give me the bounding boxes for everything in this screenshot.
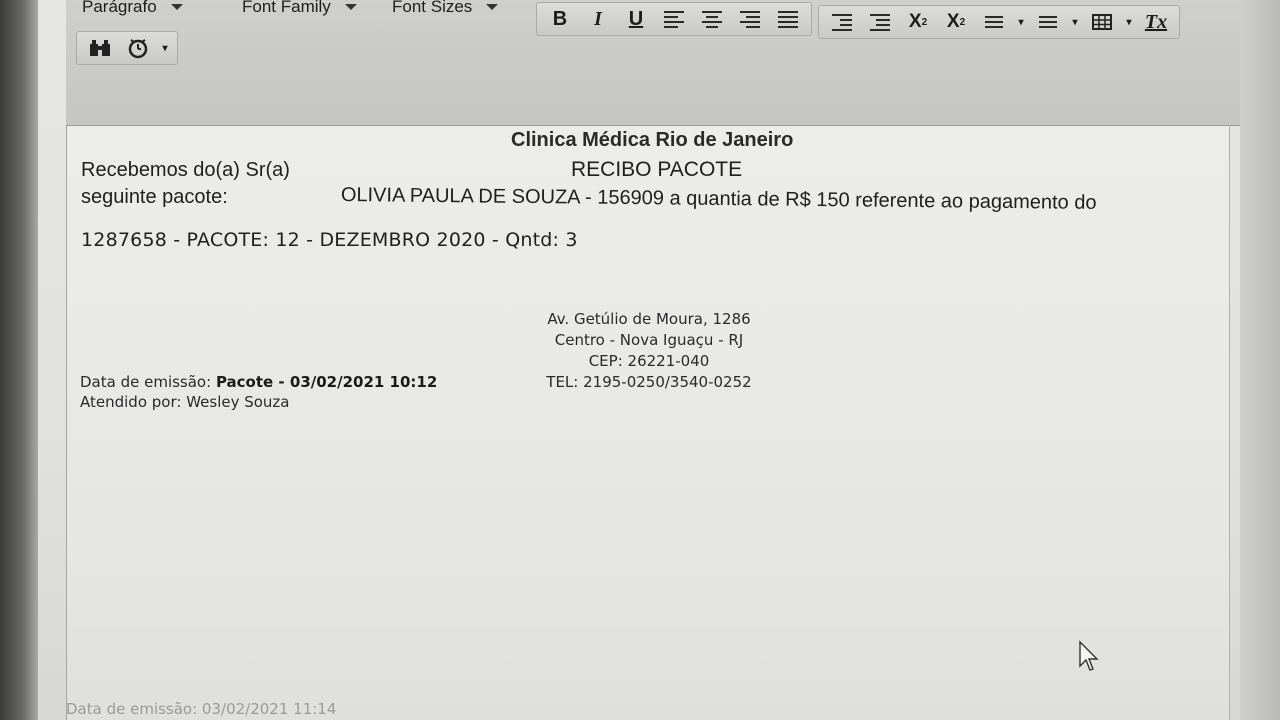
emission-info: Data de emissão: Pacote - 03/02/2021 10:…	[80, 372, 437, 412]
align-left-button[interactable]	[655, 4, 693, 34]
chevron-down-icon	[170, 4, 183, 10]
table-button[interactable]	[1083, 7, 1121, 37]
receipt-line-2: seguinte pacote:	[81, 186, 228, 208]
subscript-button[interactable]: X2	[899, 7, 937, 37]
list-group: X2 X2 ▾ ▾ ▾ Tx	[818, 5, 1180, 39]
paragraph-dropdown[interactable]: Parágrafo	[76, 0, 236, 22]
editor-content[interactable]: Clinica Médica Rio de Janeiro RECIBO PAC…	[66, 126, 1230, 720]
insert-time-dropdown[interactable]: ▾	[157, 33, 173, 63]
outdent-button[interactable]	[823, 7, 861, 37]
indent-button[interactable]	[861, 7, 899, 37]
binoculars-icon	[90, 40, 110, 56]
address-tel: TEL: 2195-0250/3540-0252	[546, 373, 752, 391]
align-right-button[interactable]	[731, 4, 769, 34]
clock-icon	[128, 39, 148, 59]
underline-button[interactable]: U	[617, 4, 655, 34]
outdent-icon	[832, 13, 852, 31]
table-dropdown[interactable]: ▾	[1121, 7, 1137, 37]
receipt-line-1-rest: OLIVIA PAULA DE SOUZA - 156909 a quantia…	[340, 184, 1097, 214]
clinic-name: Clinica Médica Rio de Janeiro	[511, 129, 794, 151]
mouse-pointer-icon	[1079, 640, 1099, 671]
subscript-mark: 2	[921, 16, 928, 28]
bullet-list-icon	[985, 16, 1003, 28]
emission-value: Pacote - 03/02/2021 10:12	[215, 373, 438, 391]
footer-ghost-text: Data de emissão: 03/02/2021 11:14	[0, 694, 1240, 720]
font-sizes-label: Font Sizes	[392, 0, 473, 16]
screen: Parágrafo Font Family Font Sizes B I U X…	[0, 0, 1280, 720]
numbered-list-button[interactable]	[1029, 7, 1067, 37]
paragraph-label: Parágrafo	[82, 0, 157, 16]
chevron-down-icon	[344, 4, 357, 10]
numbered-list-dropdown[interactable]: ▾	[1067, 7, 1083, 37]
superscript-button[interactable]: X2	[937, 7, 975, 37]
bullet-list-button[interactable]	[975, 7, 1013, 37]
find-button[interactable]	[81, 33, 119, 63]
tools-group: ▾	[76, 31, 178, 65]
receipt-line-1: Recebemos do(a) Sr(a)	[81, 158, 1221, 182]
bullet-list-dropdown[interactable]: ▾	[1013, 7, 1029, 37]
toolbar-row-2: ▾	[76, 30, 178, 66]
toolbar-row-1: Parágrafo Font Family Font Sizes B I U X…	[76, 0, 1236, 39]
justify-button[interactable]	[769, 4, 807, 34]
editor-right-border	[1229, 126, 1230, 720]
font-sizes-dropdown[interactable]: Font Sizes	[386, 0, 536, 22]
received-from-prefix: Recebemos do(a) Sr(a)	[81, 159, 290, 181]
align-center-icon	[702, 10, 722, 28]
clear-formatting-button[interactable]: Tx	[1137, 7, 1175, 37]
align-center-button[interactable]	[693, 4, 731, 34]
monitor-bezel-left	[0, 0, 38, 720]
italic-button[interactable]: I	[579, 4, 617, 34]
attended-by: Atendido por: Wesley Souza	[80, 393, 290, 411]
superscript-mark: 2	[959, 16, 966, 28]
address-street: Av. Getúlio de Moura, 1286	[547, 310, 751, 328]
align-right-icon	[740, 10, 760, 28]
emission-line: Data de emissão: Pacote - 03/02/2021 10:…	[80, 372, 437, 392]
footer-ghost-label: Data de emissão: 03/02/2021 11:14	[66, 700, 337, 718]
indent-icon	[870, 13, 890, 31]
clinic-address: Av. Getúlio de Moura, 1286 Centro - Nova…	[529, 309, 769, 393]
bold-button[interactable]: B	[541, 4, 579, 34]
address-district: Centro - Nova Iguaçu - RJ	[554, 331, 744, 349]
receipt-package-line: 1287658 - PACOTE: 12 - DEZEMBRO 2020 - Q…	[81, 229, 578, 251]
chevron-down-icon	[486, 4, 499, 10]
numbered-list-icon	[1039, 16, 1057, 28]
font-family-label: Font Family	[242, 0, 331, 16]
table-icon	[1092, 14, 1112, 30]
editor-toolbar: Parágrafo Font Family Font Sizes B I U X…	[66, 0, 1240, 126]
align-left-icon	[664, 10, 684, 28]
emission-label: Data de emissão:	[80, 373, 212, 391]
format-group: B I U	[536, 2, 812, 36]
insert-time-button[interactable]	[119, 33, 157, 63]
font-family-dropdown[interactable]: Font Family	[236, 0, 386, 22]
monitor-bezel-right	[1240, 0, 1280, 720]
justify-icon	[778, 10, 798, 28]
address-cep: CEP: 26221-040	[588, 352, 710, 370]
